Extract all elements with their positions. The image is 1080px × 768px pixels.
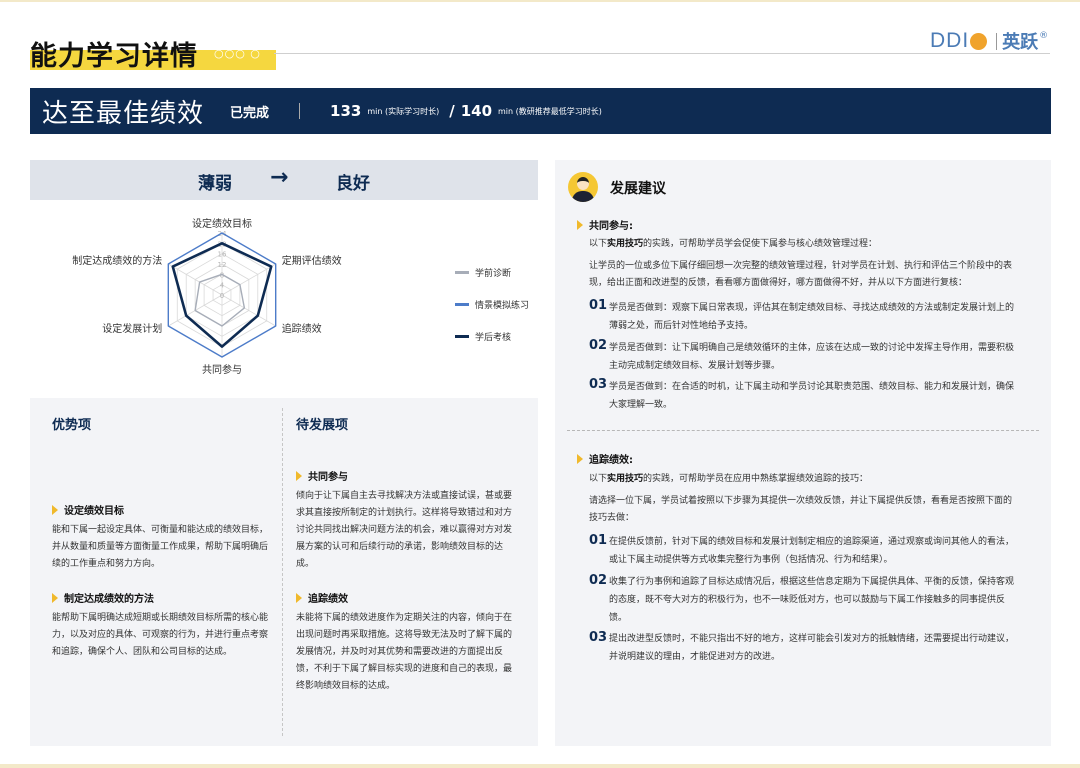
- strength-item: 设定绩效目标 能和下属一起设定具体、可衡量和能达成的绩效目标，并从数量和质量等方…: [52, 502, 272, 573]
- point-text: 收集了行为事例和追踪了目标达成情况后，根据这些信息定期为下属提供具体、平衡的反馈…: [609, 577, 1015, 623]
- page-title: 能力学习详情: [30, 41, 198, 72]
- recommended-minutes: 140: [460, 102, 493, 120]
- radar-tick-label: 16: [218, 251, 227, 259]
- level-from: 薄弱: [198, 174, 232, 194]
- radar-axis-label: 定期评估绩效: [281, 256, 342, 267]
- weaknesses-heading: 待发展项: [296, 418, 349, 433]
- logo-separator: [996, 32, 998, 50]
- point-number: 02: [589, 338, 608, 353]
- actual-minutes-unit: min (实际学习时长): [367, 106, 440, 116]
- strength-item-title: 设定绩效目标: [64, 506, 124, 517]
- legend-item: 学后考核: [455, 330, 511, 343]
- legend-label: 情景模拟练习: [475, 301, 530, 311]
- legend-line-swatch: [455, 335, 469, 338]
- strength-item: 制定达成绩效的方法 能帮助下属明确达成短期或长期绩效目标所需的核心能力，以及对应…: [52, 590, 272, 661]
- radar-axis-label: 制定达成绩效的方法: [72, 256, 163, 267]
- triangle-bullet-icon: [577, 219, 583, 230]
- section-divider: [567, 430, 1039, 431]
- point-text: 学员是否做到：观察下属日常表现，评估其在制定绩效目标、寻找达成绩效的方法或制定发…: [609, 303, 1015, 331]
- logo-circle-icon: [970, 32, 988, 50]
- strength-item-text: 能和下属一起设定具体、可衡量和能达成的绩效目标，并从数量和质量等方面衡量工作成果…: [52, 525, 269, 569]
- triangle-bullet-icon: [296, 470, 302, 481]
- point-text: 学员是否做到：让下属明确自己是绩效循环的主体，应该在达成一致的讨论中发挥主导作用…: [609, 343, 1015, 371]
- minutes-slash: /: [449, 102, 455, 120]
- top-accent-line: [0, 0, 1080, 2]
- weakness-item-text: 未能将下属的绩效进度作为定期关注的内容，倾向于在出现问题时再采取措施。这将导致无…: [296, 613, 513, 691]
- arrow-right-icon: →: [270, 165, 289, 190]
- point-text: 学员是否做到：在合适的时机，让下属主动和学员讨论其职责范围、绩效目标、能力和发展…: [609, 382, 1015, 410]
- coach-avatar-icon: [568, 172, 598, 202]
- weakness-item: 共同参与 倾向于让下属自主去寻找解决方法或直接试误，甚或要求其直接按所制定的计划…: [296, 468, 516, 573]
- strength-item-text: 能帮助下属明确达成短期或长期绩效目标所需的核心能力，以及对应的具体、可观察的行为…: [52, 613, 269, 657]
- point-number: 01: [589, 533, 608, 548]
- development-advice-card: 发展建议 共同参与: 以下实用技巧的实践，可帮助学员学会促使下属参与核心绩效管理…: [555, 160, 1051, 746]
- triangle-bullet-icon: [296, 592, 302, 603]
- strength-item-title: 制定达成绩效的方法: [64, 594, 154, 605]
- radar-axis-label: 追踪绩效: [281, 324, 322, 335]
- point-number: 02: [589, 573, 608, 588]
- advice-title: 发展建议: [610, 181, 666, 197]
- advice-text: 请选择一位下属，学员试着按照以下步骤为其提供一次绩效反馈，并让下属提供反馈，看看…: [589, 496, 1013, 523]
- logo-ddi-text: DDI: [930, 29, 970, 52]
- point-number: 03: [589, 377, 608, 392]
- legend-label: 学后考核: [475, 333, 512, 343]
- legend-line-swatch: [455, 303, 469, 306]
- advice-intro: 以下实用技巧的实践，可帮助学员学会促使下属参与核心绩效管理过程：: [589, 239, 878, 249]
- logo-cn-text: 英跃: [1002, 32, 1039, 53]
- radar-axis-label: 共同参与: [202, 365, 242, 376]
- advice-section-title: 追踪绩效:: [577, 451, 633, 466]
- level-to: 良好: [336, 174, 370, 194]
- bottom-accent-line: [0, 764, 1080, 768]
- course-banner: 达至最佳绩效 已完成 133 min (实际学习时长) / 140 min (教…: [30, 88, 1051, 134]
- column-divider: [282, 408, 283, 736]
- legend-item: 学前诊断: [455, 266, 511, 279]
- radar-axis-label: 设定绩效目标: [192, 219, 252, 230]
- advice-section-title: 共同参与:: [577, 217, 633, 232]
- strengths-heading: 优势项: [52, 418, 92, 433]
- point-text: 在提供反馈前，针对下属的绩效目标和发展计划制定相应的追踪渠道，通过观察或询问其他…: [609, 537, 1015, 565]
- radar-tick-label: 4: [220, 282, 225, 290]
- legend-line-swatch: [455, 271, 469, 274]
- radar-axis-label: 设定发展计划: [102, 324, 163, 335]
- actual-minutes: 133: [330, 102, 362, 120]
- logo-registered-mark: ®: [1039, 31, 1049, 41]
- strengths-weaknesses-panel: 优势项 待发展项 设定绩效目标 能和下属一起设定具体、可衡量和能达成的绩效目标，…: [30, 398, 538, 746]
- course-title: 达至最佳绩效: [42, 98, 205, 129]
- status-badge: 已完成: [230, 105, 270, 121]
- level-bar: 薄弱 → 良好: [30, 160, 538, 200]
- triangle-bullet-icon: [52, 592, 58, 603]
- advice-text: 让学员的一位或多位下属仔细回想一次完整的绩效管理过程，针对学员在计划、执行和评估…: [589, 261, 1013, 288]
- point-number: 03: [589, 630, 608, 645]
- point-number: 01: [589, 298, 608, 313]
- legend-label: 学前诊断: [475, 269, 512, 279]
- point-text: 提出改进型反馈时，不能只指出不好的地方，这样可能会引发对方的抵触情绪，还需要提出…: [609, 634, 1015, 662]
- banner-separator: [299, 103, 301, 119]
- weakness-item-text: 倾向于让下属自主去寻找解决方法或直接试误，甚或要求其直接按所制定的计划执行。这样…: [296, 491, 513, 569]
- advice-intro: 以下实用技巧的实践，可帮助学员在应用中熟练掌握绩效追踪的技巧：: [589, 474, 869, 484]
- weakness-item-title: 共同参与: [308, 472, 348, 483]
- brand-logo: DDI 英跃 ®: [930, 28, 1048, 54]
- triangle-bullet-icon: [52, 504, 58, 515]
- weakness-item-title: 追踪绩效: [308, 594, 348, 605]
- radar-tick-label: 12: [218, 261, 227, 269]
- radar-tick-label: 0: [220, 292, 224, 300]
- legend-item: 情景模拟练习: [455, 298, 529, 311]
- triangle-bullet-icon: [577, 453, 583, 464]
- recommended-minutes-unit: min (教研推荐最低学习时长): [498, 106, 602, 116]
- weakness-item: 追踪绩效 未能将下属的绩效进度作为定期关注的内容，倾向于在出现问题时再采取措施。…: [296, 590, 516, 695]
- title-dots-decoration: ○○○ ○: [214, 47, 261, 60]
